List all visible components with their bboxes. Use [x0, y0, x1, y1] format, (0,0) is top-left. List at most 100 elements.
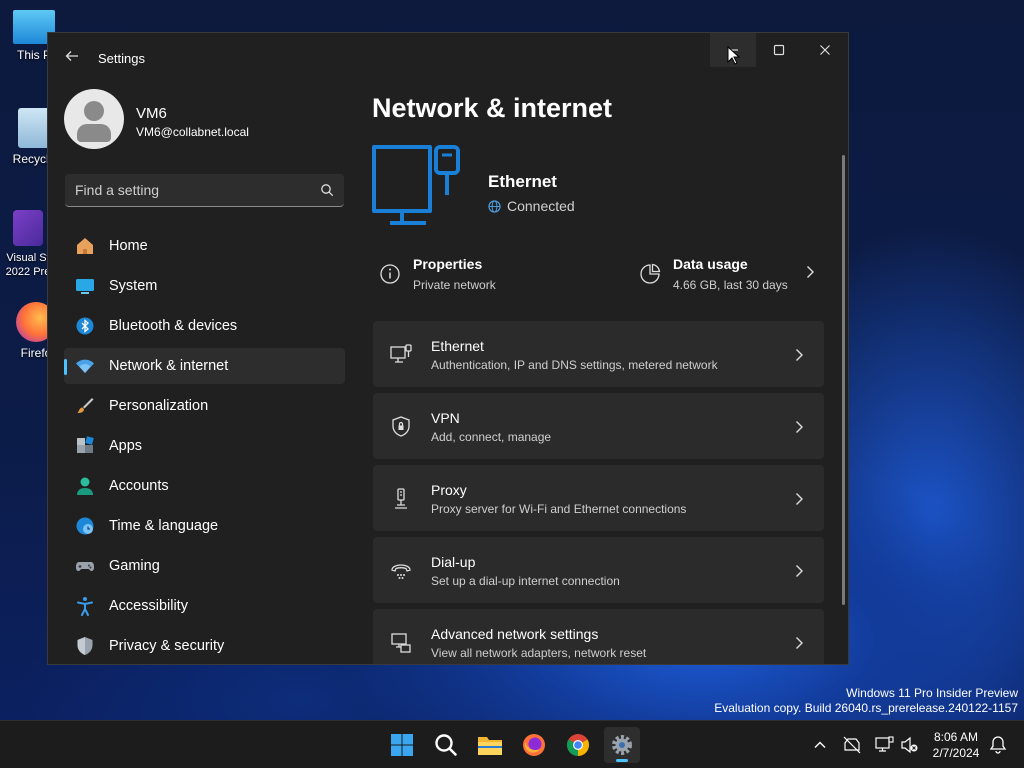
data-usage-sub: 4.66 GB, last 30 days — [673, 278, 788, 292]
window-title: Settings — [98, 51, 145, 66]
visual-studio-icon — [13, 210, 43, 246]
row-advanced-network[interactable]: Advanced network settings View all netwo… — [373, 609, 824, 664]
sidebar-item-privacy[interactable]: Privacy & security — [64, 628, 345, 664]
row-sub: Add, connect, manage — [431, 430, 552, 444]
scrollbar[interactable] — [842, 155, 845, 605]
connection-name: Ethernet — [488, 172, 557, 191]
sidebar-item-bluetooth[interactable]: Bluetooth & devices — [64, 308, 345, 344]
search-input[interactable] — [75, 182, 305, 198]
sidebar-item-label: Apps — [109, 438, 143, 454]
chevron-right-icon — [796, 493, 803, 505]
shield-icon — [75, 636, 95, 656]
search-icon[interactable] — [320, 183, 334, 197]
sidebar-item-personalization[interactable]: Personalization — [64, 388, 345, 424]
user-profile[interactable]: VM6 VM6@collabnet.local — [64, 89, 354, 153]
sidebar-item-label: Privacy & security — [109, 638, 225, 654]
chevron-right-icon — [796, 421, 803, 433]
file-explorer-button[interactable] — [472, 727, 508, 763]
sidebar-item-label: Personalization — [109, 398, 209, 414]
accounts-icon — [75, 476, 95, 496]
apps-icon — [75, 436, 95, 456]
row-label: Ethernet — [431, 338, 484, 354]
data-usage-button[interactable]: Data usage 4.66 GB, last 30 days — [639, 251, 819, 297]
maximize-icon — [773, 44, 785, 56]
proxy-icon — [395, 488, 407, 509]
desktop-icon-label: Visual St 2022 Pre — [5, 252, 51, 278]
chevron-up-icon[interactable] — [810, 735, 830, 755]
start-button[interactable] — [384, 727, 420, 763]
avatar — [64, 89, 124, 149]
desktop-icon-label: This P — [16, 48, 51, 62]
maximize-button[interactable] — [756, 33, 802, 67]
sidebar-item-label: Accessibility — [109, 598, 188, 614]
search-icon — [435, 734, 457, 756]
sidebar-item-network[interactable]: Network & internet — [64, 348, 345, 384]
brush-icon — [75, 396, 95, 416]
bluetooth-icon — [75, 316, 95, 336]
row-proxy[interactable]: Proxy Proxy server for Wi-Fi and Etherne… — [373, 465, 824, 531]
close-button[interactable] — [802, 33, 848, 67]
row-sub: View all network adapters, network reset — [431, 646, 647, 660]
sidebar-item-time-language[interactable]: Time & language — [64, 508, 345, 544]
sidebar-item-label: Time & language — [109, 518, 219, 534]
chevron-right-icon — [796, 565, 803, 577]
gamepad-icon — [75, 556, 95, 576]
clock-date: 2/7/2024 — [932, 746, 980, 760]
notification-bell-icon[interactable] — [988, 735, 1008, 755]
accessibility-icon — [75, 596, 95, 616]
dialup-icon — [391, 564, 411, 579]
ethernet-icon — [390, 344, 412, 363]
home-icon — [75, 236, 95, 256]
settings-taskbar-button[interactable] — [604, 727, 640, 763]
sidebar-item-label: Gaming — [109, 558, 160, 574]
windows-logo-icon — [391, 734, 413, 756]
properties-sub: Private network — [413, 278, 496, 292]
sidebar-nav: Home System Bluetooth & devices Network … — [64, 228, 345, 664]
sidebar-item-home[interactable]: Home — [64, 228, 345, 264]
row-dial-up[interactable]: Dial-up Set up a dial-up internet connec… — [373, 537, 824, 603]
back-button[interactable] — [62, 49, 82, 69]
page-title: Network & internet — [372, 93, 613, 123]
sidebar-item-accessibility[interactable]: Accessibility — [64, 588, 345, 624]
row-ethernet[interactable]: Ethernet Authentication, IP and DNS sett… — [373, 321, 824, 387]
drive-icon[interactable] — [842, 735, 862, 755]
sidebar-item-label: Network & internet — [109, 358, 229, 374]
volume-muted-icon[interactable] — [900, 735, 920, 755]
sidebar-item-accounts[interactable]: Accounts — [64, 468, 345, 504]
row-label: VPN — [431, 410, 460, 426]
chrome-taskbar-button[interactable] — [560, 727, 596, 763]
network-status-icon[interactable] — [874, 735, 894, 755]
taskbar-search-button[interactable] — [428, 727, 464, 763]
firefox-icon — [523, 734, 545, 756]
firefox-taskbar-button[interactable] — [516, 727, 552, 763]
taskbar: 8:06 AM 2/7/2024 — [0, 720, 1024, 768]
chevron-right-icon — [796, 349, 803, 361]
wifi-icon — [75, 356, 95, 376]
watermark-line-2: Evaluation copy. Build 26040.rs_prerelea… — [714, 701, 1018, 715]
globe-clock-icon — [75, 516, 95, 536]
vpn-shield-icon — [392, 416, 410, 437]
data-usage-label: Data usage — [673, 256, 748, 272]
sidebar-item-system[interactable]: System — [64, 268, 345, 304]
settings-list: Ethernet Authentication, IP and DNS sett… — [373, 321, 824, 664]
search-box[interactable] — [65, 174, 344, 207]
advanced-network-icon — [391, 633, 411, 653]
sidebar-item-gaming[interactable]: Gaming — [64, 548, 345, 584]
recycle-bin-icon — [18, 108, 50, 148]
properties-button[interactable]: Properties Private network — [379, 251, 609, 297]
row-label: Dial-up — [431, 554, 476, 570]
sidebar-item-apps[interactable]: Apps — [64, 428, 345, 464]
clock-time: 8:06 AM — [933, 730, 979, 744]
profile-email: VM6@collabnet.local — [136, 125, 249, 139]
row-label: Proxy — [431, 482, 467, 498]
clock[interactable]: 8:06 AM 2/7/2024 — [928, 729, 984, 761]
gear-icon — [612, 735, 632, 755]
system-icon — [75, 276, 95, 296]
chevron-right-icon — [796, 637, 803, 649]
globe-icon — [488, 199, 501, 213]
connection-status: Connected — [488, 198, 575, 214]
row-vpn[interactable]: VPN Add, connect, manage — [373, 393, 824, 459]
info-icon — [380, 264, 400, 284]
row-label: Advanced network settings — [431, 626, 599, 642]
row-sub: Set up a dial-up internet connection — [431, 574, 620, 588]
